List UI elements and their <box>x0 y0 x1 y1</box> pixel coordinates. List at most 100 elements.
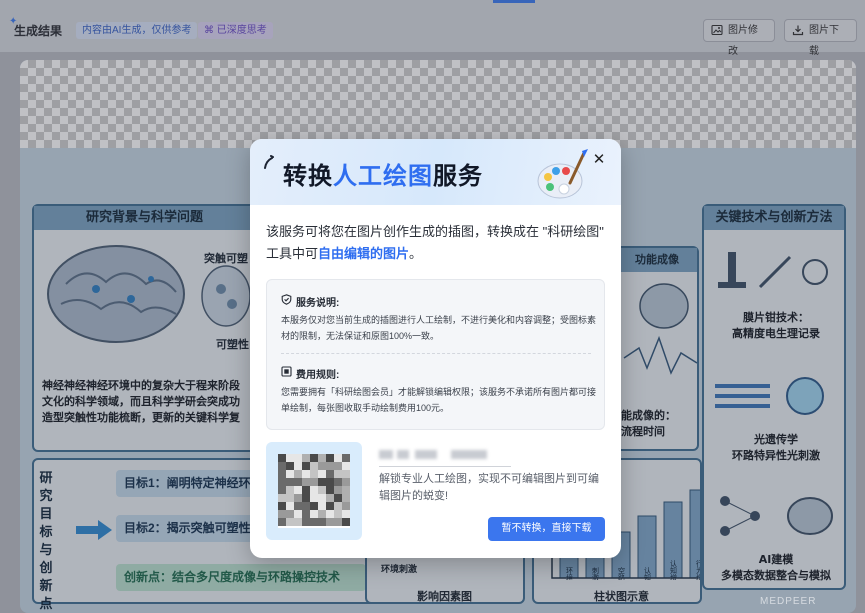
qr-cell <box>302 518 310 526</box>
qr-cell <box>278 510 286 518</box>
qr-cell <box>302 470 310 478</box>
qr-cell <box>302 502 310 510</box>
watermark: MEDPEER <box>760 596 817 607</box>
qr-cell <box>326 454 334 462</box>
qr-cell <box>318 486 326 494</box>
qr-cell <box>286 478 294 486</box>
qr-cell <box>342 510 350 518</box>
qr-cell <box>318 510 326 518</box>
qr-cell <box>286 494 294 502</box>
qr-code-frame <box>266 442 362 540</box>
palette-icon <box>537 149 588 199</box>
qr-cell <box>334 494 342 502</box>
qr-cell <box>302 510 310 518</box>
qr-cell <box>286 510 294 518</box>
service-info-box: 服务说明: 本服务仅对您当前生成的插图进行人工绘制，不进行美化和内容调整；受图标… <box>266 279 605 430</box>
fee-rules-title: 费用规则: <box>296 370 340 381</box>
qr-cell <box>334 502 342 510</box>
qr-cell <box>310 510 318 518</box>
shield-icon <box>281 294 292 305</box>
qr-cell <box>334 470 342 478</box>
service-description-title: 服务说明: <box>296 298 340 309</box>
qr-cell <box>278 494 286 502</box>
qr-cell <box>342 454 350 462</box>
qr-cell <box>318 502 326 510</box>
qr-cell <box>342 470 350 478</box>
service-intro-text: 该服务可将您在图片创作生成的插图，转换成在 "科研绘图" 工具中可自由编辑的图片… <box>266 221 611 265</box>
qr-cell <box>278 502 286 510</box>
qr-cell <box>342 494 350 502</box>
qr-cell <box>286 486 294 494</box>
qr-cell <box>318 518 326 526</box>
qr-cell <box>318 478 326 486</box>
qr-cell <box>302 494 310 502</box>
dialog-header: 转换人工绘图服务 ✕ <box>250 139 621 205</box>
service-description-body: 本服务仅对您当前生成的插图进行人工绘制，不进行美化和内容调整；受图标素材的限制，… <box>281 315 597 341</box>
qr-cell <box>334 462 342 470</box>
service-description-heading: 服务说明: <box>281 294 339 309</box>
divider <box>281 353 591 354</box>
qr-cell <box>342 478 350 486</box>
qr-cell <box>310 494 318 502</box>
qr-cell <box>334 518 342 526</box>
qr-cell <box>278 486 286 494</box>
intro-text: 该服务可将您在图片创作生成的插图，转换成在 "科研绘图" 工具中可 <box>266 224 604 261</box>
qr-cell <box>342 502 350 510</box>
qr-cell <box>278 478 286 486</box>
qr-cell <box>286 454 294 462</box>
dialog-title: 转换人工绘图服务 <box>283 156 483 191</box>
qr-code <box>278 454 350 528</box>
qr-cell <box>310 462 318 470</box>
qr-cell <box>286 470 294 478</box>
dialog-title-part1: 转换 <box>283 162 333 190</box>
qr-cell <box>286 518 294 526</box>
intro-highlight: 自由编辑的图片 <box>318 246 410 261</box>
qr-cell <box>334 454 342 462</box>
fee-rules-heading: 费用规则: <box>281 366 339 381</box>
qr-cell <box>326 494 334 502</box>
dialog-title-part3: 服务 <box>433 162 483 190</box>
qr-cell <box>294 486 302 494</box>
qr-cell <box>310 454 318 462</box>
qr-cell <box>310 470 318 478</box>
promo-text: 解锁专业人工绘图，实现不可编辑图片到可编辑图片的蜕变! <box>379 473 599 502</box>
qr-cell <box>278 462 286 470</box>
sparkle-icon <box>264 155 274 169</box>
qr-cell <box>294 470 302 478</box>
receipt-icon <box>281 366 292 377</box>
skip-convert-download-button[interactable]: 暂不转换，直接下载 <box>488 517 605 541</box>
qr-cell <box>294 518 302 526</box>
qr-cell <box>334 486 342 494</box>
qr-cell <box>326 502 334 510</box>
qr-cell <box>342 518 350 526</box>
qr-cell <box>310 486 318 494</box>
manual-drawing-service-dialog: 转换人工绘图服务 ✕ 该服务可将您在图片创作生成的插图，转换成在 "科研绘图" … <box>250 139 621 558</box>
qr-cell <box>294 462 302 470</box>
qr-cell <box>342 462 350 470</box>
intro-end: 。 <box>409 246 423 261</box>
name-underline <box>379 466 511 467</box>
qr-cell <box>342 486 350 494</box>
qr-cell <box>318 462 326 470</box>
qr-cell <box>302 478 310 486</box>
qr-cell <box>278 518 286 526</box>
qr-cell <box>286 462 294 470</box>
close-icon[interactable]: ✕ <box>590 151 608 169</box>
qr-cell <box>278 454 286 462</box>
qr-cell <box>326 462 334 470</box>
qr-cell <box>294 478 302 486</box>
qr-cell <box>326 478 334 486</box>
qr-cell <box>310 502 318 510</box>
qr-cell <box>318 454 326 462</box>
qr-cell <box>286 502 294 510</box>
qr-cell <box>302 486 310 494</box>
qr-cell <box>278 470 286 478</box>
qr-cell <box>294 494 302 502</box>
qr-cell <box>326 470 334 478</box>
qr-cell <box>334 478 342 486</box>
qr-cell <box>310 478 318 486</box>
qr-cell <box>318 494 326 502</box>
qr-cell <box>326 486 334 494</box>
qr-cell <box>334 510 342 518</box>
qr-cell <box>302 462 310 470</box>
